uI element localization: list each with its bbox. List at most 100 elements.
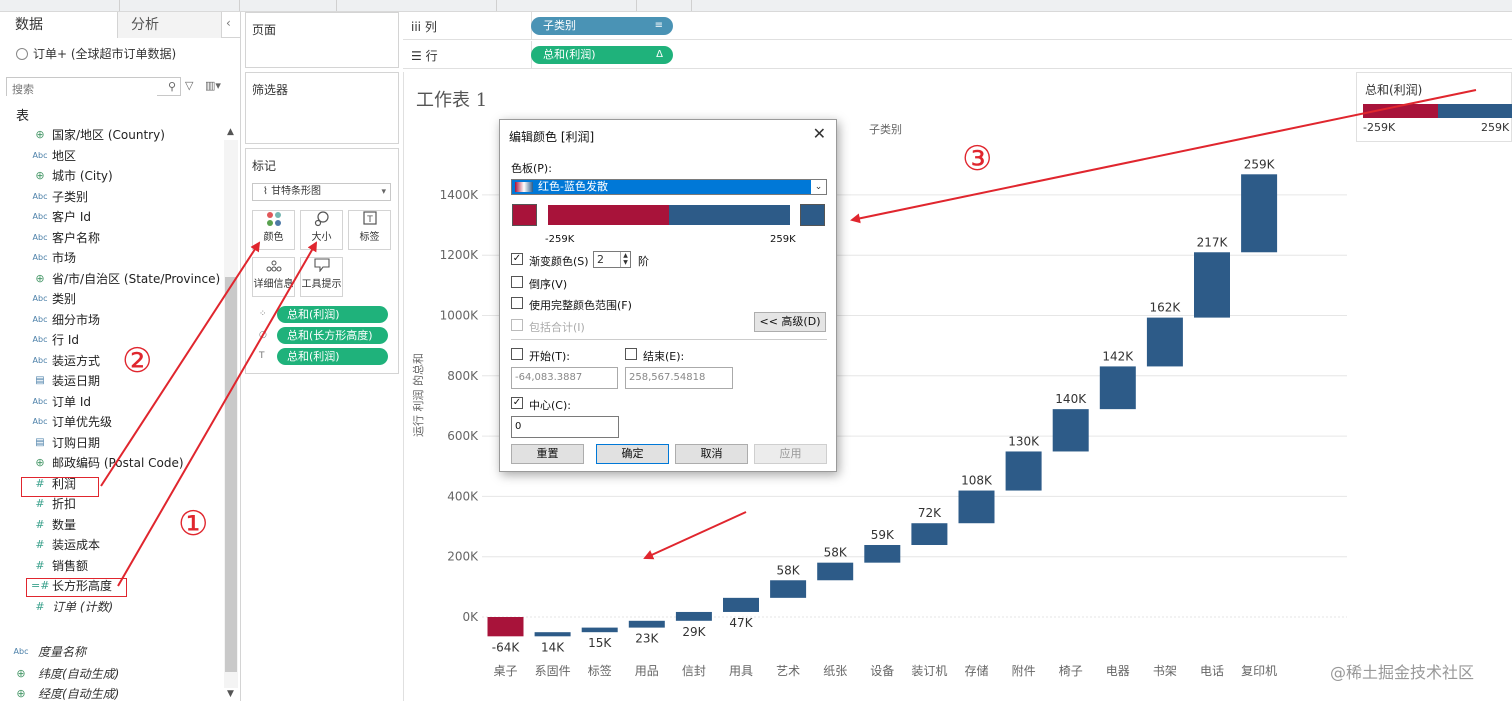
tooltip-button[interactable]: 工具提示 [300,257,343,297]
columns-pill[interactable]: 子类别 ≡ [531,17,673,35]
field-item[interactable]: Abc 子类别 [0,187,224,207]
advanced-button[interactable]: << 高级(D) [754,312,826,332]
marks-pill-color[interactable]: 总和(利润) [277,306,388,323]
datasource-name[interactable]: 订单+ (全球超市订单数据) [16,45,176,62]
reversed-label: 倒序(V) [529,278,568,291]
field-item[interactable]: Abc 度量名称 [0,642,224,662]
text-dimension-icon: Abc [32,191,48,201]
scrollbar-thumb[interactable] [225,277,237,672]
field-item[interactable]: Abc 类别 [0,289,224,309]
field-item[interactable]: Abc 地区 [0,146,224,166]
text-dimension-icon: Abc [32,396,48,406]
field-item[interactable]: Abc 订单优先级 [0,412,224,432]
center-value-field[interactable]: 0 [511,416,619,438]
size-button[interactable]: 大小 [300,210,343,250]
field-item[interactable]: Abc 订单 Id [0,392,224,412]
data-label: 162K [1150,301,1182,315]
marks-pill-size[interactable]: 总和(长方形高度) [277,327,388,344]
center-checkbox[interactable]: ✓ [511,397,523,409]
apply-button[interactable]: 应用 [754,444,827,464]
text-dimension-icon: Abc [32,417,48,426]
field-item[interactable]: ▤ 装运日期 [0,371,224,391]
color-legend[interactable]: 总和(利润) -259K 259K [1356,72,1512,142]
data-label: 58K [777,563,801,577]
spin-arrows-icon[interactable]: ▲ ▼ [620,252,630,267]
columns-shelf[interactable]: iii 列 子类别 ≡ [403,12,1512,40]
steps-stepper[interactable]: 2 ▲ ▼ [593,251,631,268]
data-label: -64K [492,640,521,654]
ok-button[interactable]: 确定 [596,444,669,464]
stepped-color-checkbox[interactable]: ✓ [511,253,523,265]
size-icon: ○ [259,330,267,340]
start-checkbox[interactable] [511,348,523,360]
legend-title: 总和(利润) [1365,83,1423,97]
bar [1241,174,1278,253]
field-item[interactable]: ⊕ 纬度(自动生成) [0,664,224,684]
filters-card[interactable]: 筛选器 [245,72,399,144]
end-checkbox[interactable] [625,348,637,360]
field-item[interactable]: ⊕ 城市 (City) [0,166,224,186]
bar [628,620,665,628]
color-button[interactable]: 颜色 [252,210,295,250]
measure-icon: # [35,538,45,551]
start-color-swatch[interactable] [512,204,537,226]
x-tick-label: 信封 [682,664,706,678]
reversed-checkbox[interactable] [511,276,523,288]
field-item[interactable]: ⊕ 经度(自动生成) [0,684,224,704]
tab-analysis[interactable]: 分析 [118,12,222,38]
field-item[interactable]: Abc 装运方式 [0,351,224,371]
search-input[interactable] [7,81,157,98]
include-totals-checkbox[interactable] [511,319,523,331]
tab-data[interactable]: 数据 [0,12,118,38]
pages-card[interactable]: 页面 [245,12,399,68]
measure-icon: # [35,517,45,531]
text-label-icon: T [259,351,265,361]
field-item[interactable]: # 折扣 [0,494,224,514]
collapse-pane-icon[interactable]: ‹ [226,16,231,30]
field-name: 折扣 [52,497,77,511]
detail-button-label: 详细信息 [253,279,294,290]
reset-button[interactable]: 重置 [511,444,584,464]
scroll-up-icon[interactable]: ▲ [227,127,234,137]
field-item[interactable]: # 装运成本 [0,535,224,555]
y-tick-label: 1400K [440,188,480,202]
field-item[interactable]: # 数量 [0,515,224,535]
rows-shelf[interactable]: ☰ 行 总和(利润) Δ [403,41,1512,69]
field-name: 子类别 [52,189,89,204]
palette-select[interactable]: 红色-蓝色发散 ⌄ [511,179,827,195]
field-item[interactable]: ⊕ 国家/地区 (Country) [0,125,224,145]
data-label: 47K [729,616,753,630]
end-color-swatch[interactable] [800,204,825,226]
search-icon[interactable]: ⚲ [168,80,176,93]
field-item[interactable]: Abc 客户名称 [0,228,224,248]
field-item[interactable]: ⊕ 邮政编码 (Postal Code) [0,453,224,473]
field-item[interactable]: ⊕ 省/市/自治区 (State/Province) [0,269,224,289]
steps-value: 2 [597,253,604,266]
close-icon[interactable]: ✕ [813,124,826,143]
detail-button[interactable]: 详细信息 [252,257,295,297]
marks-pill-label[interactable]: 总和(利润) [277,348,388,365]
start-value-field[interactable]: -64,083.3887 [511,367,618,389]
field-name: 销售额 [52,558,89,573]
label-button-label: 标签 [359,232,380,243]
field-item[interactable]: Abc 市场 [0,248,224,268]
end-value-field[interactable]: 258,567.54818 [625,367,733,389]
field-item[interactable]: ▤ 订购日期 [0,433,224,453]
pane-tabs: 数据 分析 ‹ [0,12,241,38]
mark-type-select[interactable]: ⌇ 甘特条形图 ▾ [252,183,391,201]
full-range-checkbox[interactable] [511,297,523,309]
field-item[interactable]: Abc 细分市场 [0,310,224,330]
field-name: 客户 Id [52,210,91,224]
label-button[interactable]: T 标签 [348,210,391,250]
field-item[interactable]: Abc 客户 Id [0,207,224,227]
legend-gradient-bar [1363,104,1512,118]
rows-pill[interactable]: 总和(利润) Δ [531,46,673,64]
filter-icon[interactable]: ▽ [185,79,193,92]
x-tick-label: 标签 [588,663,612,678]
cancel-button[interactable]: 取消 [675,444,748,464]
field-item[interactable]: # 订单 (计数) [0,597,224,617]
scroll-down-icon[interactable]: ▼ [227,689,234,699]
field-item[interactable]: # 销售额 [0,556,224,576]
field-item[interactable]: Abc 行 Id [0,330,224,350]
view-options-icon[interactable]: ▥▾ [205,79,221,92]
